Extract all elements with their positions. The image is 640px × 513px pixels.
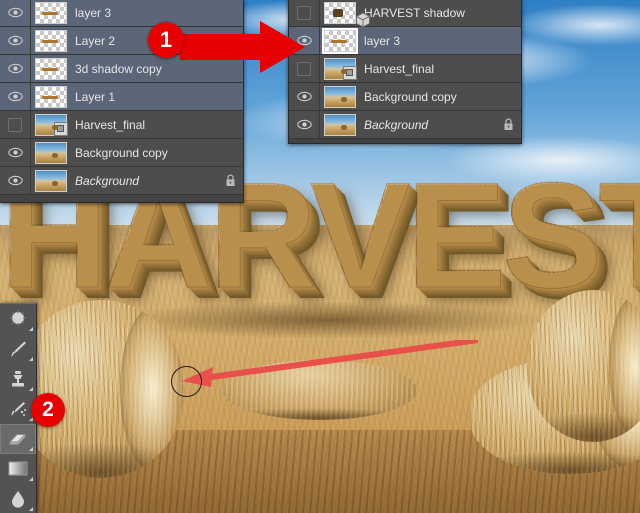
layer-thumbnail-cell[interactable] xyxy=(31,57,73,80)
layer-thumbnail-cell[interactable] xyxy=(31,169,73,192)
layer-visibility-eye-icon[interactable] xyxy=(0,139,31,166)
clone-stamp-tool[interactable] xyxy=(0,364,36,394)
layer-thumbnail-cell[interactable] xyxy=(31,113,73,136)
layer-thumbnail-cell[interactable] xyxy=(320,57,362,80)
tool-flyout-triangle-icon xyxy=(29,447,33,451)
smart-object-badge-icon xyxy=(343,65,357,80)
layer-name-label: Harvest_final xyxy=(364,61,435,76)
bale-shadow xyxy=(222,408,417,420)
layer-thumbnail-cell[interactable] xyxy=(31,141,73,164)
layer-name-label: Background copy xyxy=(75,145,168,160)
layer-lock-icon xyxy=(217,174,243,187)
layer-row[interactable]: HARVEST shadow xyxy=(289,0,521,28)
layer-thumbnail-cell[interactable] xyxy=(320,113,362,136)
transparent-layer-thumbnail[interactable] xyxy=(35,1,67,24)
photo-layer-thumbnail[interactable] xyxy=(35,169,67,192)
thumbnail-content-mark xyxy=(42,39,58,43)
empty-visibility-box xyxy=(297,5,311,20)
layer-row[interactable]: Background xyxy=(0,167,243,195)
layer-visibility-eye-icon[interactable] xyxy=(0,83,31,110)
layer-name-label: HARVEST shadow xyxy=(364,5,465,20)
layer-thumbnail-cell[interactable] xyxy=(31,29,73,52)
eraser-tool[interactable] xyxy=(0,424,36,454)
hay-bale-right xyxy=(528,290,640,442)
smart-object-badge-icon xyxy=(54,121,68,136)
brush-tool[interactable] xyxy=(0,334,36,364)
layer-lock-icon xyxy=(495,118,521,131)
layer-visibility-eye-icon[interactable] xyxy=(0,55,31,82)
layer-thumbnail-cell[interactable] xyxy=(320,1,370,28)
layer-row[interactable]: Harvest_final xyxy=(289,55,521,83)
layers-panel-after[interactable]: HARVEST shadow layer 3 Harvest_final Backgr… xyxy=(288,0,522,144)
transparent-layer-thumbnail[interactable] xyxy=(35,57,67,80)
layer-row[interactable]: layer 3 xyxy=(289,27,521,55)
layer-name-label: layer 3 xyxy=(364,33,401,48)
transparent-layer-thumbnail[interactable] xyxy=(322,27,358,54)
layer-name-label: Harvest_final xyxy=(75,117,146,132)
layer-name-label: Background xyxy=(75,173,140,188)
tool-flyout-triangle-icon xyxy=(29,327,33,331)
layer-visibility-eye-icon[interactable] xyxy=(289,83,320,110)
hay-bale-left xyxy=(18,300,183,478)
tool-flyout-triangle-icon xyxy=(29,477,33,481)
transparent-layer-thumbnail[interactable] xyxy=(35,85,67,108)
gradient-tool[interactable] xyxy=(0,454,36,484)
photo-layer-thumbnail[interactable] xyxy=(324,57,357,80)
step-1-arrow xyxy=(180,21,305,73)
layer-row[interactable]: Background xyxy=(289,111,521,139)
layer-visibility-eye-icon[interactable] xyxy=(289,111,320,138)
brush-cursor xyxy=(171,366,202,397)
layer-name-label: Background copy xyxy=(364,89,457,104)
photo-layer-thumbnail[interactable] xyxy=(324,85,356,108)
thumbnail-content-mark xyxy=(42,95,58,99)
tool-flyout-triangle-icon xyxy=(29,507,33,511)
photo-layer-thumbnail[interactable] xyxy=(35,141,67,164)
layer-visibility-eye-icon[interactable] xyxy=(0,27,31,54)
layer-visibility-eye-icon[interactable] xyxy=(0,167,31,194)
layer-row[interactable]: Background copy xyxy=(0,139,243,167)
screenshot-stage: HARVEST layer 3 Layer 2 3d shadow copy Laye… xyxy=(0,0,640,513)
transparent-layer-thumbnail[interactable] xyxy=(35,29,67,52)
step-2-pointer-arrow xyxy=(182,340,478,387)
thumbnail-content-mark xyxy=(331,39,347,43)
photo-layer-thumbnail[interactable] xyxy=(35,113,68,136)
blur-tool[interactable] xyxy=(0,484,36,513)
step-1-badge: 1 xyxy=(148,22,184,58)
layer-thumbnail-cell[interactable] xyxy=(31,1,73,24)
thumbnail-content-mark xyxy=(42,11,58,15)
layer-visibility-off-box[interactable] xyxy=(0,111,31,138)
thumbnail-content-mark xyxy=(333,8,343,17)
layer-row[interactable]: Harvest_final xyxy=(0,111,243,139)
step-2-badge: 2 xyxy=(31,393,65,427)
layer-row[interactable]: Background copy xyxy=(289,83,521,111)
layer-thumbnail-cell[interactable] xyxy=(31,85,73,108)
layer-name-label: layer 3 xyxy=(75,5,112,20)
layer-row[interactable]: Layer 1 xyxy=(0,83,243,111)
layer-name-label: Layer 1 xyxy=(75,89,116,104)
layer-thumbnail-cell[interactable] xyxy=(320,27,362,54)
photo-layer-thumbnail[interactable] xyxy=(324,113,356,136)
thumbnail-content-mark xyxy=(42,67,58,71)
transparent-layer-thumbnail[interactable] xyxy=(324,1,370,28)
tool-flyout-triangle-icon xyxy=(29,357,33,361)
tool-flyout-triangle-icon xyxy=(29,387,33,391)
empty-visibility-box xyxy=(8,117,22,132)
layer-visibility-eye-icon[interactable] xyxy=(0,0,31,26)
layer-thumbnail-cell[interactable] xyxy=(320,85,362,108)
layers-list-after[interactable]: HARVEST shadow layer 3 Harvest_final Backgr… xyxy=(289,0,521,139)
spot-healing-brush-tool[interactable] xyxy=(0,304,36,334)
layer-name-label: Background xyxy=(364,117,429,132)
